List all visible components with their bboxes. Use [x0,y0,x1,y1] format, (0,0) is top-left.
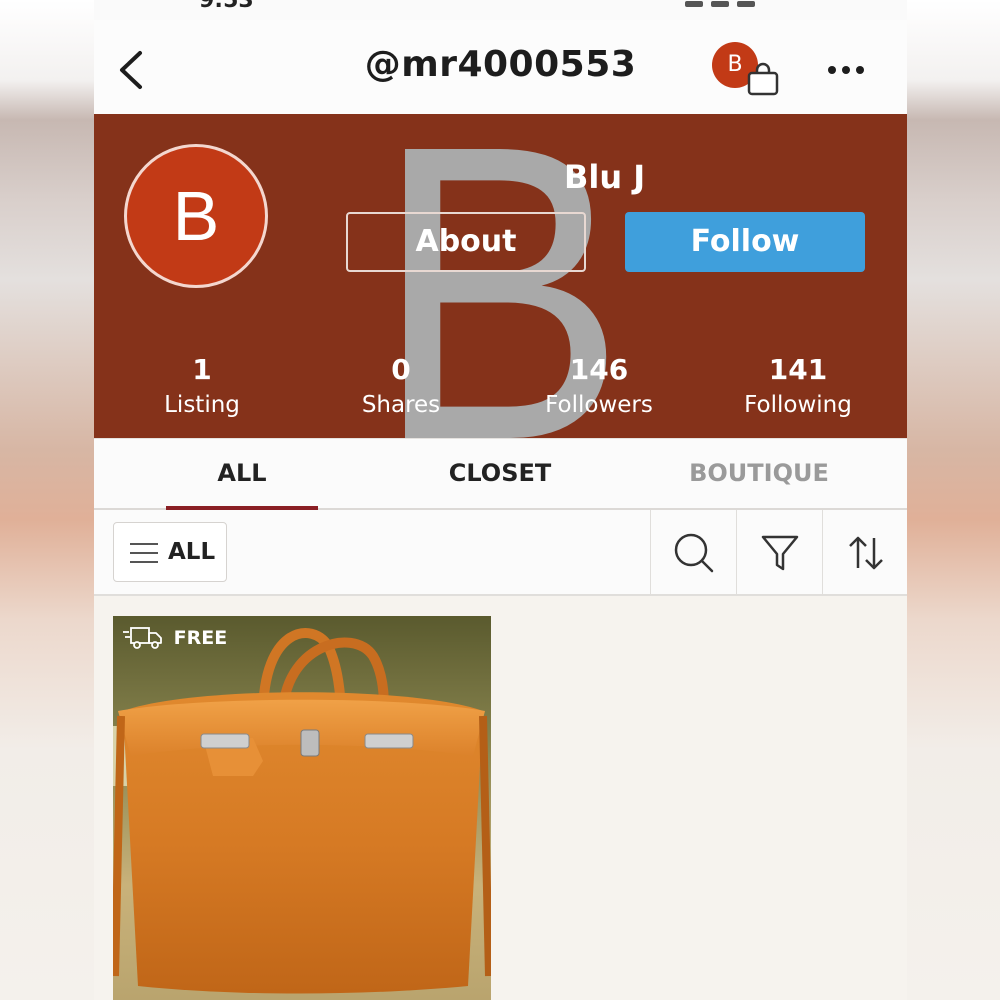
category-filter-button[interactable]: ALL [113,522,227,582]
listing-card[interactable]: FREE [113,616,491,1000]
stat-listings[interactable]: 1 Listing [102,352,302,422]
more-dots-icon [828,66,864,74]
stat-value: 1 [192,353,212,386]
free-shipping-label: FREE [173,627,228,649]
search-button[interactable] [650,510,736,596]
page-title: @mr4000553 [364,44,637,85]
filter-button[interactable] [736,510,822,596]
background-blur-left [0,0,94,1000]
sort-icon [849,536,883,570]
background-blur-right [907,0,1000,1000]
status-icons [677,0,837,7]
menu-lines-icon [130,543,158,563]
tab-all[interactable]: ALL [142,459,342,487]
shipping-truck-icon [123,627,162,649]
top-nav-bar: @mr4000553 B [94,20,907,114]
listing-grid: FREE [94,596,907,1000]
follow-button[interactable]: Follow [625,212,865,272]
more-options-button[interactable] [824,52,868,88]
sort-button[interactable] [822,510,907,596]
closet-tabs: ALL CLOSET BOUTIQUE [94,438,907,510]
app-screen: 9:53 @mr4000553 B B B Blu J About Follow… [94,0,907,1000]
filter-funnel-icon [761,535,799,571]
handbag-photo [113,616,491,1000]
status-time: 9:53 [199,0,254,13]
status-bar: 9:53 [94,0,907,20]
stat-following[interactable]: 141 Following [698,352,898,422]
stat-value: 146 [569,353,629,386]
stat-shares[interactable]: 0 Shares [301,352,501,422]
my-shop-button[interactable]: B [712,42,782,102]
stat-label: Shares [361,392,441,418]
profile-stats: 1 Listing 0 Shares 146 Followers 141 Fol… [94,352,907,432]
tab-closet[interactable]: CLOSET [400,459,600,487]
profile-avatar[interactable]: B [124,144,268,288]
shopping-bag-icon [747,62,779,96]
stat-value: 141 [768,353,828,386]
search-icon [674,533,714,573]
filter-toolbar: ALL [94,510,907,596]
about-button[interactable]: About [346,212,586,272]
profile-name: Blu J [564,158,646,196]
tab-boutique[interactable]: BOUTIQUE [659,459,859,487]
stat-label: Followers [545,392,653,418]
stat-label: Listing [164,392,240,418]
stat-label: Following [744,392,852,418]
category-filter-label: ALL [168,539,216,565]
profile-cover: B B Blu J About Follow 1 Listing 0 Share… [94,114,907,438]
stat-value: 0 [391,353,411,386]
stat-followers[interactable]: 146 Followers [499,352,699,422]
free-shipping-badge: FREE [123,626,227,652]
